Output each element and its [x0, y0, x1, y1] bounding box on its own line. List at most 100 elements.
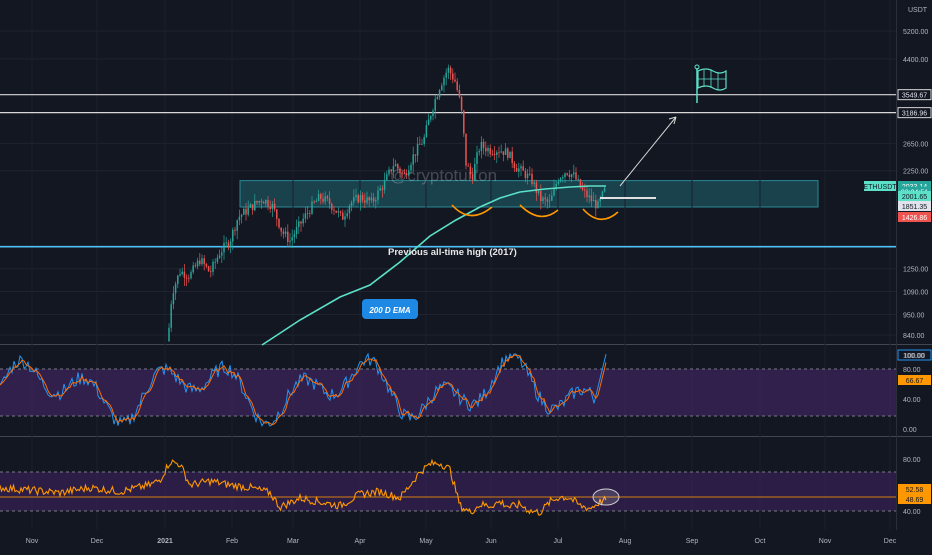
x-tick-label: Nov — [819, 538, 832, 545]
candle-body — [573, 172, 575, 175]
y-tick-label: 950.00 — [903, 312, 925, 319]
candle-body — [229, 241, 232, 248]
candle-body — [361, 195, 364, 201]
candle-body — [469, 166, 472, 175]
candle-body — [236, 220, 238, 231]
x-tick-label: Dec — [91, 538, 104, 545]
candle-body — [515, 168, 518, 172]
candle-body — [207, 266, 210, 272]
candle-body — [399, 168, 401, 173]
candle-body — [260, 201, 263, 203]
candle-body — [449, 67, 452, 74]
candle-body — [445, 72, 447, 78]
candle-body — [480, 141, 483, 152]
candle-body — [533, 182, 535, 184]
candle-body — [265, 200, 267, 204]
candle-body — [315, 200, 318, 203]
rsi-tick-label: 80.00 — [903, 457, 921, 464]
rsi-value: 48.69 — [906, 497, 924, 504]
candle-body — [410, 164, 412, 171]
y-tick-label: 2650.00 — [903, 141, 928, 148]
candle-body — [227, 242, 230, 248]
candle-body — [524, 170, 527, 178]
candle-body — [491, 153, 494, 155]
candle-body — [458, 90, 461, 97]
candle-body — [199, 260, 201, 265]
candle-body — [478, 151, 480, 153]
candle-body — [251, 204, 254, 211]
candle-body — [203, 258, 205, 264]
stoch-band — [0, 369, 896, 416]
candle-body — [313, 201, 315, 203]
candle-body — [474, 163, 476, 181]
candle-body — [194, 265, 197, 267]
candle-body — [592, 200, 595, 202]
candle-body — [232, 229, 234, 242]
candle-body — [333, 209, 335, 211]
candle-body — [243, 208, 245, 215]
candle-body — [454, 79, 456, 82]
x-tick-label: 2021 — [157, 538, 173, 545]
candle-body — [467, 165, 469, 167]
candle-body — [452, 73, 454, 80]
candle-body — [557, 181, 560, 184]
stoch-tick-label: 40.00 — [903, 397, 921, 404]
candle-body — [284, 231, 287, 234]
candle-body — [581, 187, 584, 190]
candle-body — [412, 154, 414, 165]
rsi-band — [0, 472, 896, 511]
candle-body — [588, 195, 590, 198]
candle-body — [405, 173, 408, 176]
candle-body — [344, 216, 346, 220]
candle-body — [603, 187, 606, 192]
y-tick-label: 840.00 — [903, 333, 925, 340]
candle-body — [414, 154, 417, 156]
candle-body — [577, 179, 579, 181]
candle-body — [434, 99, 436, 111]
candle-body — [234, 229, 236, 231]
candle-body — [328, 198, 331, 204]
candle-body — [548, 200, 551, 202]
candle-body — [601, 191, 604, 198]
candle-body — [562, 177, 564, 179]
x-tick-label: Dec — [884, 538, 897, 545]
candle-body — [427, 119, 430, 126]
candle-body — [559, 178, 562, 182]
price-label: 1426.86 — [902, 215, 927, 222]
candle-body — [273, 203, 276, 210]
candle-body — [359, 195, 362, 203]
candle-body — [267, 200, 269, 207]
price-label: 1851.35 — [902, 204, 927, 211]
candle-body — [377, 190, 379, 201]
candle-body — [320, 194, 322, 199]
stoch-value: 66.67 — [906, 378, 924, 385]
x-tick-label: Aug — [619, 538, 632, 545]
candle-body — [212, 261, 214, 272]
candle-body — [295, 226, 298, 235]
candle-body — [238, 216, 241, 221]
candle-body — [269, 206, 271, 209]
candle-body — [487, 148, 489, 152]
candle-body — [498, 152, 500, 154]
candle-body — [366, 197, 368, 203]
candle-body — [482, 141, 485, 148]
candle-body — [192, 265, 194, 273]
candle-body — [430, 116, 432, 120]
candle-body — [291, 237, 293, 241]
candle-body — [370, 197, 373, 201]
candle-body — [372, 197, 375, 202]
candle-body — [504, 148, 507, 155]
candle-body — [566, 173, 568, 175]
candle-body — [304, 213, 307, 219]
candle-body — [205, 263, 208, 267]
candle-body — [218, 255, 221, 258]
candle-body — [500, 151, 502, 153]
candle-body — [392, 166, 395, 172]
candle-body — [465, 133, 467, 166]
axis-unit: USDT — [908, 7, 928, 14]
candle-body — [262, 202, 265, 204]
candle-body — [324, 196, 326, 202]
x-tick-label: Jul — [554, 538, 563, 545]
candle-body — [520, 166, 522, 169]
candle-body — [595, 200, 597, 209]
